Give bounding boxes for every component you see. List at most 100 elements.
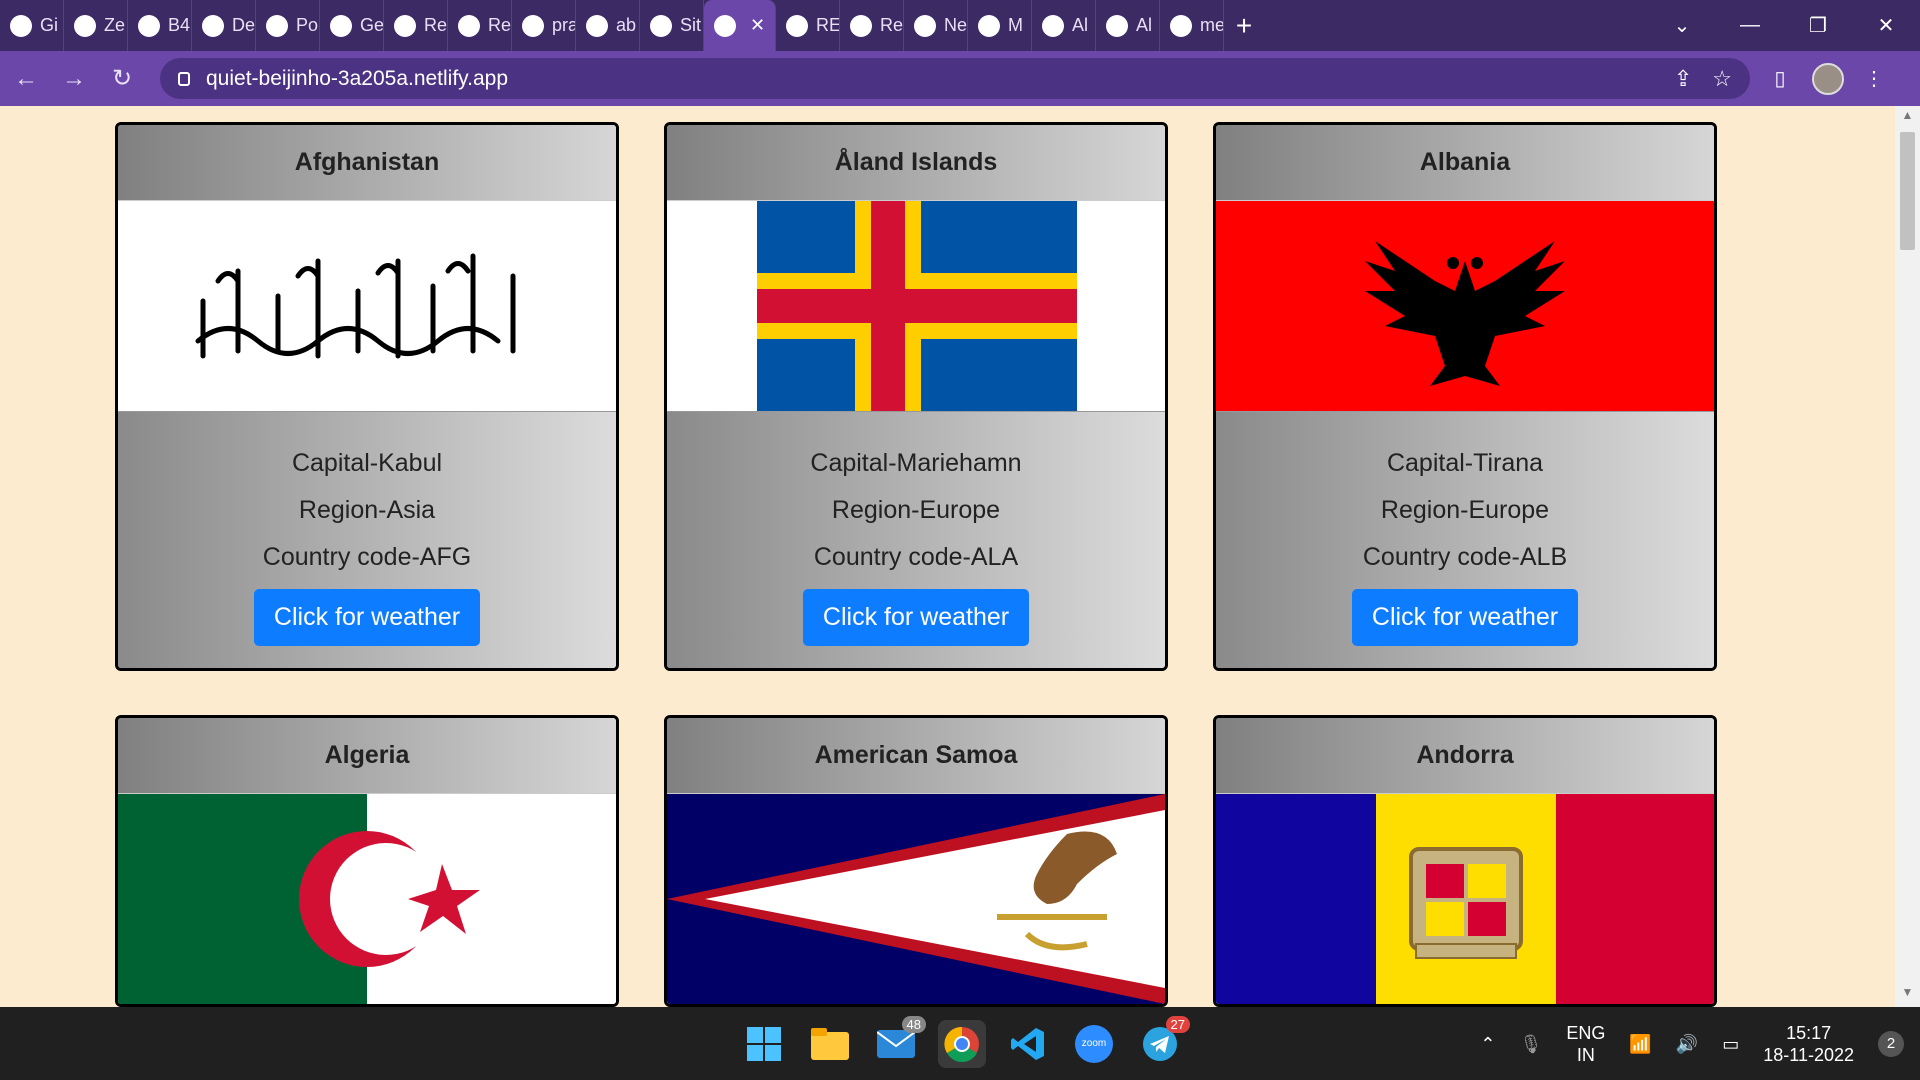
browser-tab[interactable]: Al bbox=[1032, 0, 1096, 51]
browser-tab[interactable]: Ne bbox=[904, 0, 968, 51]
weather-button[interactable]: Click for weather bbox=[802, 589, 1030, 646]
browser-tab[interactable]: Gi bbox=[0, 0, 64, 51]
region-text: Region-Europe bbox=[831, 496, 1001, 524]
flag-image bbox=[667, 794, 1165, 1004]
r-icon bbox=[202, 14, 224, 37]
country-card: Andorra bbox=[1213, 715, 1717, 1007]
language-indicator[interactable]: ENG IN bbox=[1566, 1022, 1605, 1066]
zen-icon bbox=[74, 14, 96, 37]
address-bar[interactable]: quiet-beijinho-3a205a.netlify.app ⇪ ☆ bbox=[160, 58, 1750, 99]
linkedin-icon bbox=[1170, 14, 1192, 37]
region-code: IN bbox=[1576, 1044, 1595, 1065]
card-details: Capital-Kabul Region-Asia Country code-A… bbox=[118, 411, 616, 668]
reload-button[interactable]: ↻ bbox=[100, 57, 144, 101]
profile-avatar[interactable] bbox=[1812, 62, 1844, 95]
country-code-text: Country code-ALA bbox=[813, 543, 1019, 571]
browser-tab[interactable]: Ze bbox=[64, 0, 128, 51]
browser-tab[interactable]: ✕ bbox=[704, 0, 776, 51]
weather-button[interactable]: Click for weather bbox=[253, 589, 481, 646]
tab-label: M bbox=[1008, 15, 1023, 35]
tab-label: Ze bbox=[104, 15, 126, 35]
tab-search-icon[interactable]: ⌄ bbox=[1648, 13, 1716, 38]
card-details: Capital-Tirana Region-Europe Country cod… bbox=[1216, 411, 1714, 668]
browser-tab[interactable]: Ge bbox=[320, 0, 384, 51]
bookmark-star-icon[interactable]: ☆ bbox=[1712, 66, 1732, 92]
browser-tab[interactable]: Re bbox=[840, 0, 904, 51]
flag-image bbox=[118, 794, 616, 1004]
vertical-scrollbar[interactable]: ▲ ▼ bbox=[1895, 106, 1920, 1007]
tab-label: ab bbox=[616, 15, 637, 35]
restore-button[interactable]: ❐ bbox=[1784, 13, 1852, 38]
browser-tab[interactable]: ab bbox=[576, 0, 640, 51]
browser-tab[interactable]: M bbox=[968, 0, 1032, 51]
system-tray: ⌃ 🎙 ENG IN 📶 🔊 ▭ 15:17 18-11-2022 2 bbox=[1480, 1007, 1920, 1080]
browser-tab[interactable]: Sit bbox=[640, 0, 704, 51]
telegram-icon[interactable]: 27 bbox=[1136, 1015, 1190, 1068]
browser-tab[interactable]: Al bbox=[1096, 0, 1160, 51]
weather-button[interactable]: Click for weather bbox=[1351, 589, 1579, 646]
battery-icon[interactable]: ▭ bbox=[1722, 1033, 1739, 1055]
language-code: ENG bbox=[1566, 1022, 1606, 1043]
clock[interactable]: 15:17 18-11-2022 bbox=[1763, 1022, 1854, 1066]
new-tab-button[interactable]: + bbox=[1224, 0, 1264, 51]
vscode-icon[interactable] bbox=[1004, 1020, 1052, 1068]
mail-icon[interactable]: 48 bbox=[872, 1015, 926, 1068]
volume-icon[interactable]: 🔊 bbox=[1676, 1033, 1698, 1055]
taskbar-apps: 48 zoom 27 bbox=[740, 1007, 1190, 1080]
square-icon bbox=[522, 14, 544, 37]
forward-button[interactable]: → bbox=[52, 57, 96, 101]
notification-badge[interactable]: 2 bbox=[1878, 1030, 1904, 1057]
country-name: Afghanistan bbox=[118, 125, 616, 201]
chrome-icon[interactable] bbox=[938, 1019, 986, 1068]
country-card: Åland Islands Capital-Mariehamn Region-E… bbox=[664, 122, 1168, 671]
scroll-up-icon[interactable]: ▲ bbox=[1895, 108, 1920, 128]
browser-tab[interactable]: Po bbox=[256, 0, 320, 51]
drive-icon bbox=[1042, 14, 1064, 37]
close-window-button[interactable]: ✕ bbox=[1852, 13, 1920, 38]
browser-tab[interactable]: Re bbox=[384, 0, 448, 51]
afghanistan-flag-icon bbox=[118, 201, 616, 411]
tab-label: Re bbox=[488, 15, 512, 35]
scroll-thumb[interactable] bbox=[1900, 132, 1915, 250]
slides-icon bbox=[394, 14, 416, 37]
menu-icon[interactable]: ⋮ bbox=[1856, 61, 1892, 97]
globe-icon bbox=[1106, 14, 1128, 37]
flag-image bbox=[1216, 201, 1714, 411]
tab-label: Re bbox=[880, 15, 904, 35]
browser-tab[interactable]: RE bbox=[776, 0, 840, 51]
zoom-icon[interactable]: zoom bbox=[1070, 1020, 1118, 1068]
url-text: quiet-beijinho-3a205a.netlify.app bbox=[206, 66, 508, 90]
country-card: American Samoa bbox=[664, 715, 1168, 1007]
microphone-icon[interactable]: 🎙 bbox=[1520, 1033, 1543, 1055]
time-text: 15:17 bbox=[1786, 1022, 1832, 1043]
file-explorer-icon[interactable] bbox=[806, 1020, 854, 1068]
chevron-up-icon[interactable]: ⌃ bbox=[1480, 1033, 1495, 1055]
browser-tab[interactable]: pra bbox=[512, 0, 576, 51]
react-icon bbox=[330, 14, 352, 37]
browser-tab[interactable]: B4 bbox=[128, 0, 192, 51]
drive-icon bbox=[978, 14, 1000, 37]
react-icon bbox=[850, 14, 872, 37]
tab-label: De bbox=[232, 15, 256, 35]
zoom-icon bbox=[138, 14, 160, 37]
taskbar: 48 zoom 27 ⌃ 🎙 ENG IN 📶 🔊 ▭ 15:17 18-11-… bbox=[0, 1007, 1920, 1080]
andorra-flag-icon bbox=[1216, 794, 1714, 1004]
browser-tab[interactable]: me bbox=[1160, 0, 1224, 51]
share-icon[interactable]: ⇪ bbox=[1674, 66, 1692, 92]
wifi-icon[interactable]: 📶 bbox=[1629, 1033, 1651, 1055]
minimize-button[interactable]: — bbox=[1716, 14, 1784, 37]
browser-tab[interactable]: Re bbox=[448, 0, 512, 51]
tab-label: RE bbox=[816, 15, 840, 35]
tab-label: Re bbox=[424, 15, 448, 35]
card-details: Capital-Mariehamn Region-Europe Country … bbox=[667, 411, 1165, 668]
tab-strip: Gi Ze B4 De Po Ge Re Re pra ab Sit ✕ RE Re Ne M Al Al me +… bbox=[0, 0, 1920, 51]
side-panel-icon[interactable]: ▯ bbox=[1762, 61, 1798, 97]
globe-icon bbox=[10, 14, 32, 37]
scroll-down-icon[interactable]: ▼ bbox=[1895, 985, 1920, 1005]
start-icon[interactable] bbox=[740, 1020, 788, 1068]
tab-label: B4 bbox=[168, 15, 191, 35]
browser-tab[interactable]: De bbox=[192, 0, 256, 51]
region-text: Region-Asia bbox=[298, 496, 436, 524]
close-tab-icon[interactable]: ✕ bbox=[750, 15, 765, 36]
back-button[interactable]: ← bbox=[4, 57, 48, 101]
